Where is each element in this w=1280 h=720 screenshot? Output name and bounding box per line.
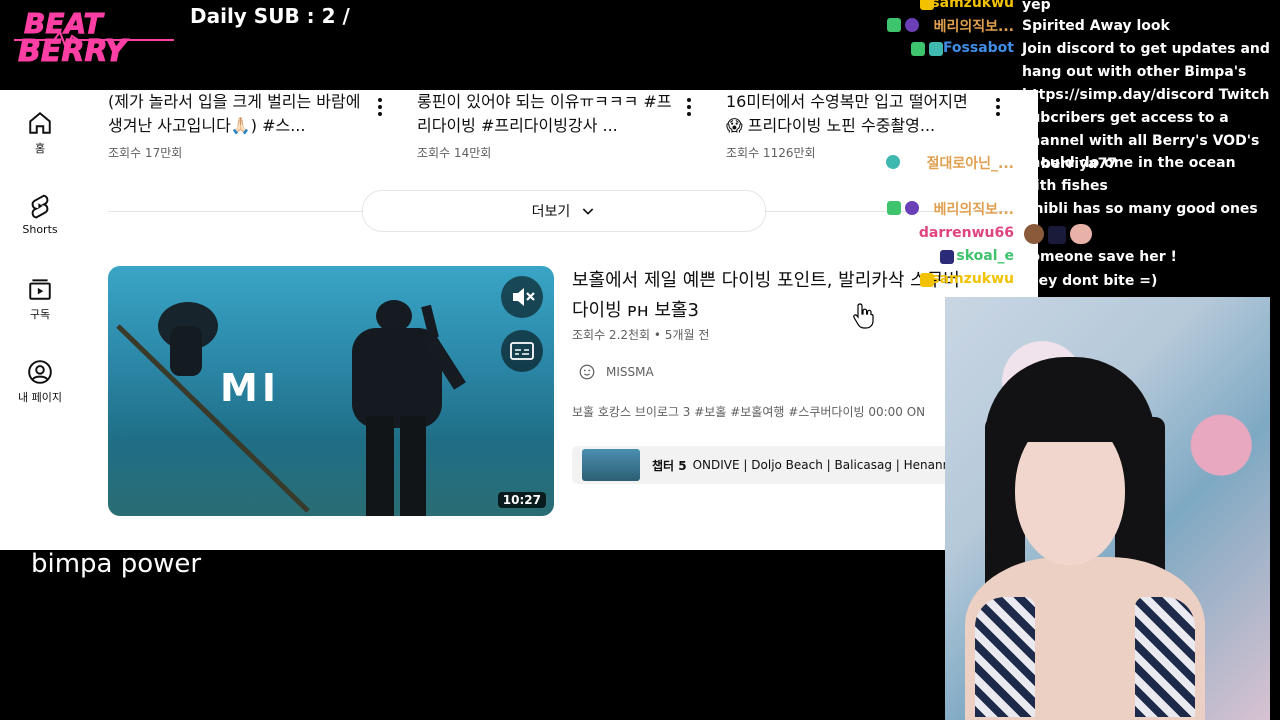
account-icon xyxy=(28,360,52,384)
chat-username: 베리의직보... xyxy=(933,19,1014,35)
moderator-badge-icon xyxy=(887,18,901,32)
badge-icon xyxy=(886,155,900,169)
webcam-feed xyxy=(945,297,1270,720)
video-duration: 10:27 xyxy=(497,492,546,508)
channel-name: MISSMA xyxy=(606,365,654,379)
chapter-thumbnail xyxy=(582,449,640,481)
chat-username: skoal_e xyxy=(956,248,1014,264)
chat-message: they dont bite =) xyxy=(1022,273,1158,289)
chat-username: 절대로아닌_... xyxy=(926,156,1014,172)
chat-message: Ghibli has so many good ones xyxy=(1022,201,1258,217)
bot-badge-icon xyxy=(929,42,943,56)
channel-avatar-icon xyxy=(579,364,595,380)
chapter-label: 챕터 5 xyxy=(652,458,687,473)
captions-icon xyxy=(510,342,534,360)
featured-video-meta: 조회수 2.2천회 • 5개월 전 xyxy=(572,328,710,342)
chat-message: someone save her ! xyxy=(1022,249,1177,265)
sidebar-item-account[interactable]: 내 페이지 xyxy=(0,359,80,405)
featured-video-description: 보홀 호캉스 브이로그 3 #보홀 #보홀여행 #스쿠버다이빙 00:00 ON xyxy=(572,405,926,419)
emote-icon xyxy=(1024,224,1044,244)
captions-button[interactable] xyxy=(501,330,543,372)
badge-icon xyxy=(940,250,954,264)
grape-badge-icon xyxy=(905,201,919,215)
moderator-badge-icon xyxy=(887,201,901,215)
moderator-badge-icon xyxy=(911,42,925,56)
grape-badge-icon xyxy=(905,18,919,32)
chat-username: samzukwu xyxy=(931,271,1014,287)
pig-emote-icon xyxy=(1070,224,1092,244)
chat-message: should do one in the ocean with fishes xyxy=(1022,155,1236,194)
chat-overlay: samzukwu yep 베리의직보... Spirited Away look… xyxy=(0,0,1280,300)
hand-cursor-icon xyxy=(853,303,874,329)
sparkle-emote-icon xyxy=(1048,226,1066,244)
channel-link[interactable]: MISSMA xyxy=(578,363,654,381)
thumbnail-text: MI xyxy=(220,366,280,410)
chat-username: darrenwu66 xyxy=(918,225,1014,241)
chat-username: samzukwu xyxy=(931,0,1014,11)
stream-caption: bimpa power xyxy=(31,549,202,579)
chat-username: Fossabot xyxy=(942,40,1014,56)
chapter-title: ONDIVE | Doljo Beach | Balicasag | Henan… xyxy=(692,458,951,472)
sidebar-item-label: 구독 xyxy=(29,308,51,321)
chat-message: Spirited Away look xyxy=(1022,18,1170,34)
sidebar-item-label: 내 페이지 xyxy=(18,391,62,404)
chapter-item[interactable]: 챕터 5 ONDIVE | Doljo Beach | Balicasag | … xyxy=(572,446,952,484)
video-thumbnail[interactable]: MI 10:27 xyxy=(108,266,554,516)
underwater-scene xyxy=(116,300,466,516)
chat-username: 베리의직보... xyxy=(933,202,1014,218)
